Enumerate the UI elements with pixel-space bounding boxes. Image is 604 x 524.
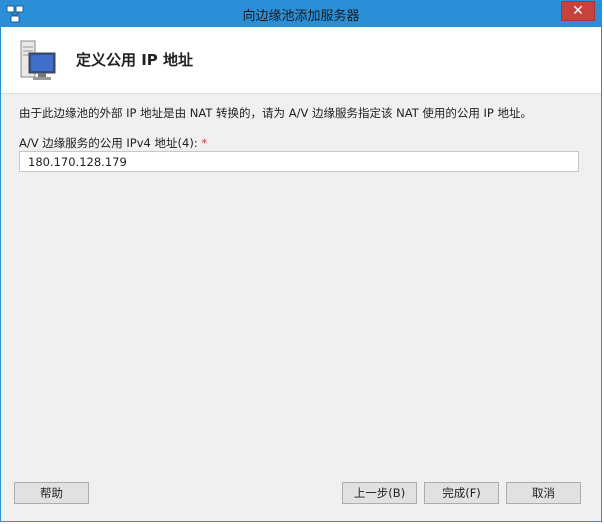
close-icon: ✕ <box>572 3 584 19</box>
window-title: 向边缘池添加服务器 <box>242 9 360 24</box>
cancel-button[interactable]: 取消 <box>506 482 581 504</box>
close-button[interactable]: ✕ <box>561 1 595 21</box>
title-bar: 向边缘池添加服务器 ✕ <box>1 1 601 27</box>
description-text: 由于此边缘池的外部 IP 地址是由 NAT 转换的，请为 A/V 边缘服务指定该… <box>19 106 533 120</box>
finish-button[interactable]: 完成(F) <box>424 482 499 504</box>
server-monitor-icon <box>20 40 56 80</box>
help-button[interactable]: 帮助 <box>14 482 89 504</box>
public-ipv4-input[interactable] <box>19 151 579 172</box>
ipv4-label-text: A/V 边缘服务的公用 IPv4 地址(4): <box>19 136 198 150</box>
page-title: 定义公用 IP 地址 <box>76 51 194 69</box>
ipv4-field-label: A/V 边缘服务的公用 IPv4 地址(4): * <box>19 135 207 151</box>
previous-button[interactable]: 上一步(B) <box>342 482 417 504</box>
required-marker: * <box>201 136 208 150</box>
wizard-header: 定义公用 IP 地址 <box>1 27 601 94</box>
wizard-window: 向边缘池添加服务器 ✕ 定义公用 IP 地址 由于此边缘池的外部 IP 地址是由… <box>0 0 602 522</box>
